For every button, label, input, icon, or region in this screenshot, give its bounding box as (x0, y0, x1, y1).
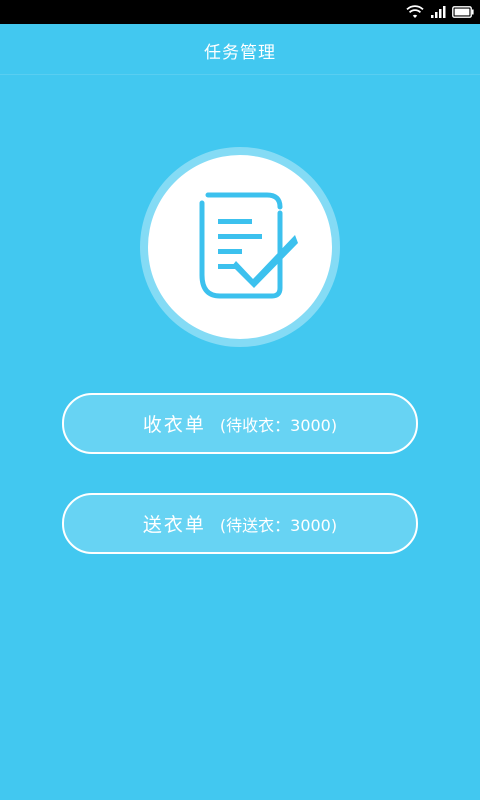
receive-pending-count: (待收衣：3000) (219, 415, 338, 435)
app-header: 任务管理 (0, 24, 480, 75)
wifi-icon (406, 5, 424, 19)
hero-inner-circle (148, 155, 332, 339)
send-order-label: 送衣单 (142, 514, 206, 536)
status-bar (0, 0, 480, 24)
status-icons (406, 3, 474, 21)
receive-clothes-order-button[interactable]: 收衣单 (待收衣：3000) (62, 393, 418, 454)
hero-circle (140, 147, 340, 347)
battery-icon (452, 6, 474, 18)
document-check-icon (199, 192, 298, 299)
receive-order-label: 收衣单 (142, 414, 206, 436)
send-pending-count: (待送衣：3000) (219, 515, 338, 535)
page-title: 任务管理 (204, 43, 276, 63)
signal-icon (430, 5, 446, 19)
send-clothes-order-button[interactable]: 送衣单 (待送衣：3000) (62, 493, 418, 554)
